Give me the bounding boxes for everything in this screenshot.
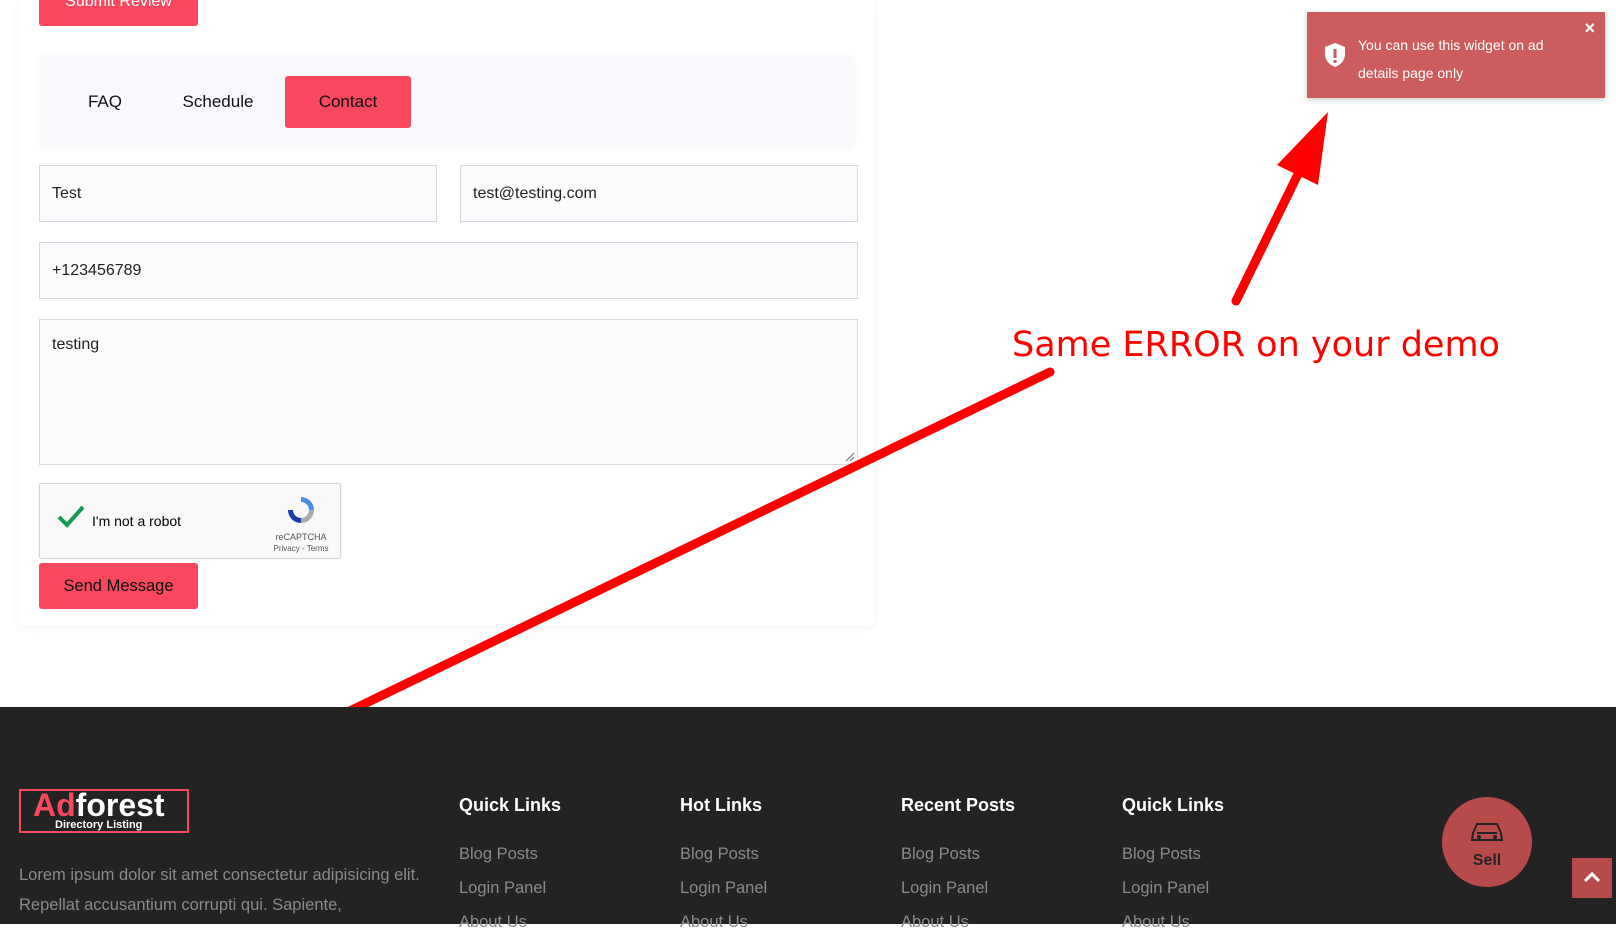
footer-link[interactable]: Login Panel [680,879,767,898]
footer-link[interactable]: About Us [1122,913,1190,932]
footer-link[interactable]: Blog Posts [680,845,759,864]
footer-link[interactable]: Blog Posts [901,845,980,864]
footer-link[interactable]: About Us [680,913,748,932]
column-title: Quick Links [459,795,562,815]
column-title: Recent Posts [901,795,1016,815]
footer-link[interactable]: Blog Posts [1122,845,1201,864]
footer-link[interactable]: Login Panel [459,879,546,898]
footer-about: Lorem ipsum dolor sit amet consectetur a… [19,866,420,914]
footer-link[interactable]: Login Panel [901,879,988,898]
column-title: Hot Links [680,795,763,815]
chevron-up-icon [1584,872,1600,882]
logo-forest: forest [75,787,165,823]
footer: Adforest Directory Listing Lorem ipsum d… [0,707,1616,931]
sell-button[interactable]: Sell [1442,797,1532,887]
logo-tagline: Directory Listing [55,819,143,831]
column-title: Quick Links [1122,795,1225,815]
footer-logo[interactable]: Adforest Directory Listing [19,789,189,833]
car-icon [1470,823,1504,841]
arrow-to-toast [1231,112,1328,306]
logo-ad: Ad [33,787,76,823]
scroll-top-button[interactable] [1572,858,1612,898]
footer-link[interactable]: About Us [459,913,527,932]
logo-wordmark: Adforest [33,789,165,821]
footer-link[interactable]: About Us [901,913,969,932]
footer-link[interactable]: Login Panel [1122,879,1209,898]
footer-link[interactable]: Blog Posts [459,845,538,864]
sell-label: Sell [1472,852,1502,869]
